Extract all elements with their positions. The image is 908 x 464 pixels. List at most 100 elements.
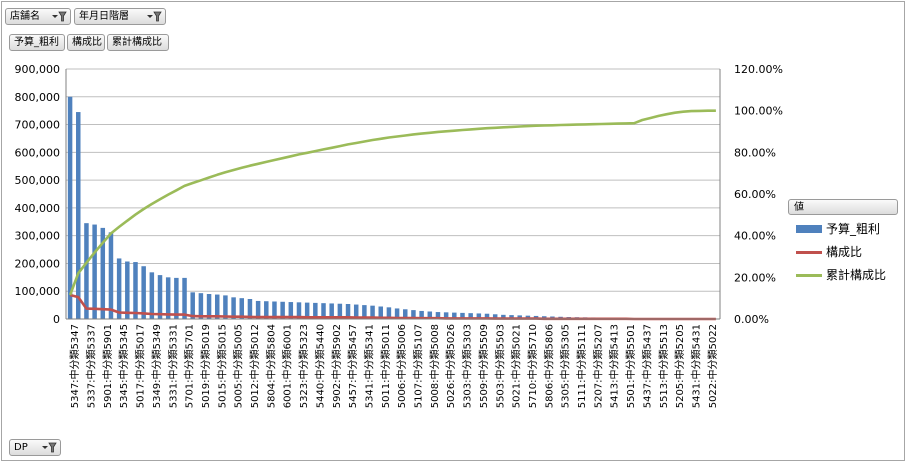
y-right-tick-label: 40.00%: [734, 230, 776, 243]
line-swatch-icon: [796, 251, 822, 254]
x-tick-label: 5205:中分類5205: [673, 324, 686, 408]
x-tick-label: 5107:中分類5107: [412, 324, 425, 408]
bar-budget: [116, 258, 122, 319]
legend-title[interactable]: 値: [788, 199, 898, 215]
x-tick-label: 5347:中分類5347: [68, 324, 81, 408]
x-tick-label: 5440:中分類5440: [313, 324, 326, 408]
x-tick-label: 5012:中分類5012: [248, 324, 261, 408]
dp-filter-label: DP: [14, 442, 28, 453]
store-filter-button[interactable]: 店舗名: [5, 8, 71, 25]
x-tick-label: 5901:中分類5901: [101, 324, 114, 408]
y-axis-left-ticks: 0 100,000 200,000 300,000 400,000 500,000 600,…: [15, 63, 61, 326]
line-cumulative: [68, 109, 716, 296]
dp-filter-button[interactable]: DP: [9, 439, 61, 456]
x-tick-label: 5349:中分類5349: [150, 324, 163, 408]
x-tick-label: 5345:中分類5345: [117, 324, 130, 408]
x-tick-label: 5015:中分類5015: [215, 324, 228, 408]
y-left-tick-label: 500,000: [15, 174, 61, 187]
y-left-tick-label: 300,000: [15, 230, 61, 243]
bar-budget: [165, 277, 171, 319]
y-left-tick-label: 900,000: [15, 63, 61, 76]
field-budget-label: 予算_粗利: [14, 37, 59, 48]
field-cumulative-label: 累計構成比: [112, 37, 162, 48]
y-left-tick-label: 100,000: [15, 285, 61, 298]
x-tick-label: 6001:中分類6001: [281, 324, 294, 408]
bar-budget: [141, 266, 146, 319]
x-tick-label: 5806:中分類5806: [542, 324, 555, 408]
legend-title-label: 値: [794, 202, 804, 213]
y-left-tick-label: 400,000: [15, 202, 61, 215]
field-cumulative-button[interactable]: 累計構成比: [107, 34, 169, 51]
axes: [65, 69, 721, 320]
bar-budget: [108, 232, 114, 319]
legend-item-ratio: 構成比: [788, 244, 900, 260]
x-tick-label: 5457:中分類5457: [346, 324, 359, 408]
bar-budget: [76, 112, 81, 319]
y-right-tick-label: 100.00%: [734, 105, 783, 118]
bar-budget: [125, 261, 130, 319]
combo-chart: 0 100,000 200,000 300,000 400,000 500,000 600,…: [15, 63, 783, 408]
x-tick-label: 5111:中分類5111: [575, 324, 588, 408]
x-tick-label: 5019:中分類5019: [199, 324, 212, 408]
x-tick-label: 5022:中分類5022: [706, 324, 719, 408]
bar-budget: [149, 272, 155, 319]
x-tick-label: 5331:中分類5331: [166, 324, 179, 408]
x-tick-label: 5006:中分類5006: [395, 324, 408, 408]
bar-swatch-icon: [796, 225, 822, 233]
x-tick-label: 5437:中分類5437: [640, 324, 653, 408]
x-tick-label: 5017:中分類5017: [134, 324, 147, 408]
x-tick-label: 5323:中分類5323: [297, 324, 310, 408]
date-filter-button[interactable]: 年月日階層: [74, 8, 166, 25]
y-right-tick-label: 20.00%: [734, 271, 776, 284]
line-swatch-icon: [796, 274, 822, 277]
date-filter-label: 年月日階層: [79, 11, 129, 22]
x-tick-label: 5008:中分類5008: [428, 324, 441, 408]
legend-label-budget: 予算_粗利: [826, 222, 881, 236]
x-tick-label: 5804:中分類5804: [264, 324, 277, 408]
y-left-tick-label: 600,000: [15, 146, 61, 159]
x-tick-label: 5413:中分類5413: [608, 324, 621, 408]
x-tick-label: 5303:中分類5303: [461, 324, 474, 408]
x-axis-ticks: 5347:中分類5347 5337:中分類5337 5901:中分類5901 5345…: [68, 324, 719, 408]
legend-item-cumulative: 累計構成比: [788, 267, 900, 283]
bar-budget: [157, 275, 163, 319]
x-tick-label: 5305:中分類5305: [559, 324, 572, 408]
x-tick-label: 5005:中分類5005: [232, 324, 245, 408]
bar-budget: [92, 224, 97, 319]
x-tick-label: 5701:中分類5701: [183, 324, 196, 408]
x-tick-label: 5021:中分類5021: [510, 324, 523, 408]
y-right-tick-label: 80.00%: [734, 146, 776, 159]
x-tick-label: 5431:中分類5431: [689, 324, 702, 408]
filter-dropdown-icon: [147, 11, 162, 22]
x-tick-label: 5503:中分類5503: [493, 324, 506, 408]
legend: 値 予算_粗利 構成比 累計構成比: [788, 199, 900, 293]
x-tick-label: 5026:中分類5026: [444, 324, 457, 408]
bar-budget: [67, 96, 73, 320]
gridlines: [66, 68, 720, 320]
y-right-tick-label: 0.00%: [734, 313, 769, 326]
y-left-tick-label: 0: [53, 313, 60, 326]
x-tick-label: 5710:中分類5710: [526, 324, 539, 408]
legend-label-ratio: 構成比: [826, 245, 863, 259]
field-budget-button[interactable]: 予算_粗利: [9, 34, 65, 51]
x-tick-label: 5011:中分類5011: [379, 324, 392, 408]
x-tick-label: 5902:中分類5902: [330, 324, 343, 408]
legend-label-cumulative: 累計構成比: [826, 268, 887, 282]
x-tick-label: 5207:中分類5207: [591, 324, 604, 408]
filter-dropdown-icon: [42, 442, 57, 453]
field-ratio-button[interactable]: 構成比: [67, 34, 105, 51]
y-axis-right-ticks: 0.00% 20.00% 40.00% 60.00% 80.00% 100.00% 120.…: [734, 63, 783, 326]
filter-dropdown-icon: [52, 11, 67, 22]
field-ratio-label: 構成比: [72, 37, 102, 48]
legend-item-budget: 予算_粗利: [788, 221, 900, 237]
bar-budget: [182, 277, 187, 319]
store-filter-label: 店舗名: [10, 11, 40, 22]
y-left-tick-label: 700,000: [15, 119, 61, 132]
x-tick-label: 5501:中分類5501: [624, 324, 637, 408]
x-tick-label: 5509:中分類5509: [477, 324, 490, 408]
bar-budget: [133, 262, 138, 319]
x-tick-label: 5337:中分類5337: [85, 324, 98, 408]
y-right-tick-label: 60.00%: [734, 188, 776, 201]
y-left-tick-label: 200,000: [15, 257, 61, 270]
y-left-tick-label: 800,000: [15, 91, 61, 104]
